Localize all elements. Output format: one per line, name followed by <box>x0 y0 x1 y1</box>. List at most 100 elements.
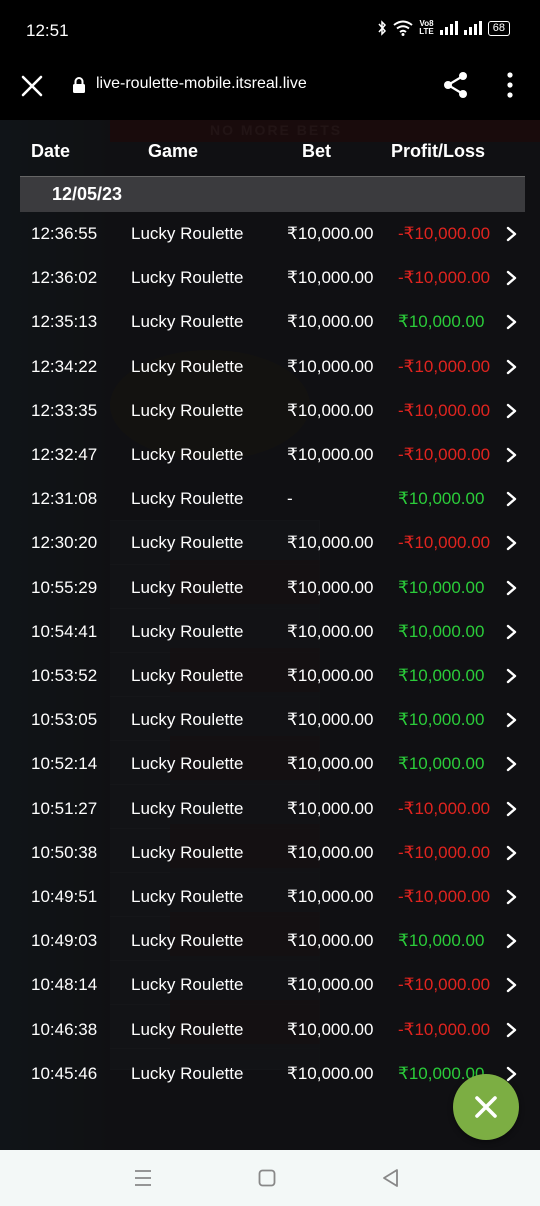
status-icons: Vo8 LTE 68 <box>377 20 510 36</box>
row-game: Lucky Roulette <box>131 710 244 730</box>
row-bet: ₹10,000.00 <box>287 666 374 685</box>
chevron-right-icon[interactable] <box>505 580 519 596</box>
row-time: 10:54:41 <box>31 621 98 641</box>
chevron-right-icon[interactable] <box>505 403 519 419</box>
history-row[interactable]: 10:50:38 Lucky Roulette ₹10,000.00 -₹10,000… <box>0 831 540 875</box>
row-time: 12:31:08 <box>31 489 98 509</box>
chevron-right-icon[interactable] <box>505 668 519 684</box>
history-row[interactable]: 12:31:08 Lucky Roulette - ₹10,000.00 <box>0 477 540 521</box>
history-row[interactable]: 12:30:20 Lucky Roulette ₹10,000.00 -₹10,000… <box>0 521 540 565</box>
chevron-right-icon[interactable] <box>505 491 519 507</box>
history-row[interactable]: 10:51:27 Lucky Roulette ₹10,000.00 -₹10,000… <box>0 787 540 831</box>
chevron-right-icon[interactable] <box>505 889 519 905</box>
close-icon[interactable] <box>18 72 46 100</box>
row-bet: ₹10,000.00 <box>287 224 374 243</box>
row-game: Lucky Roulette <box>131 268 244 288</box>
row-time: 10:49:03 <box>31 931 98 951</box>
row-game: Lucky Roulette <box>131 931 244 951</box>
history-row[interactable]: 10:49:03 Lucky Roulette ₹10,000.00 ₹10,000.… <box>0 919 540 963</box>
history-row[interactable]: 10:54:41 Lucky Roulette ₹10,000.00 ₹10,000.… <box>0 610 540 654</box>
chevron-right-icon[interactable] <box>505 801 519 817</box>
row-game: Lucky Roulette <box>131 224 244 243</box>
row-bet: ₹10,000.00 <box>287 1063 374 1083</box>
status-bar: 12:51 Vo8 LTE 68 <box>0 0 540 60</box>
row-game: Lucky Roulette <box>131 621 244 641</box>
history-row[interactable]: 12:33:35 Lucky Roulette ₹10,000.00 -₹10,000… <box>0 389 540 433</box>
column-header-profit-loss: Profit/Loss <box>391 141 486 161</box>
history-row[interactable]: 12:36:02 Lucky Roulette ₹10,000.00 -₹10,000… <box>0 256 540 300</box>
history-row[interactable]: 12:36:55 Lucky Roulette ₹10,000.00 -₹10,000… <box>0 212 540 256</box>
chevron-right-icon[interactable] <box>505 270 519 286</box>
chevron-right-icon[interactable] <box>505 624 519 640</box>
url-text[interactable]: live-roulette-mobile.itsreal.live <box>96 75 307 93</box>
share-icon[interactable] <box>442 70 470 100</box>
row-time: 12:35:13 <box>31 312 98 332</box>
home-icon[interactable] <box>258 1168 276 1188</box>
column-header-bet: Bet <box>302 141 332 161</box>
row-bet: ₹10,000.00 <box>287 445 374 464</box>
row-game: Lucky Roulette <box>131 842 244 862</box>
row-game: Lucky Roulette <box>131 798 244 818</box>
chevron-right-icon[interactable] <box>505 933 519 949</box>
row-bet: ₹10,000.00 <box>287 312 374 332</box>
back-icon[interactable] <box>382 1168 400 1188</box>
history-row[interactable]: 10:46:38 Lucky Roulette ₹10,000.00 -₹10,000… <box>0 1008 540 1052</box>
chevron-right-icon[interactable] <box>505 535 519 551</box>
date-group-label: 12/05/23 <box>52 184 123 204</box>
row-bet: ₹10,000.00 <box>287 931 374 951</box>
history-row[interactable]: 10:49:51 Lucky Roulette ₹10,000.00 -₹10,000… <box>0 875 540 919</box>
history-row[interactable]: 10:53:52 Lucky Roulette ₹10,000.00 ₹10,000.… <box>0 654 540 698</box>
row-time: 10:52:14 <box>31 754 98 774</box>
history-row[interactable]: 10:53:05 Lucky Roulette ₹10,000.00 ₹10,000.… <box>0 698 540 742</box>
row-game: Lucky Roulette <box>131 533 244 553</box>
row-game: Lucky Roulette <box>131 666 244 685</box>
row-bet: ₹10,000.00 <box>287 1019 374 1039</box>
row-time: 10:53:52 <box>31 666 98 685</box>
recents-icon[interactable] <box>134 1168 152 1188</box>
row-bet: ₹10,000.00 <box>287 268 374 288</box>
status-time: 12:51 <box>26 21 69 40</box>
more-vert-icon[interactable] <box>500 70 520 100</box>
history-row[interactable]: 12:32:47 Lucky Roulette ₹10,000.00 -₹10,000… <box>0 433 540 477</box>
close-history-button[interactable] <box>453 1074 519 1140</box>
chevron-right-icon[interactable] <box>505 845 519 861</box>
row-bet: ₹10,000.00 <box>287 710 374 730</box>
chevron-right-icon[interactable] <box>505 359 519 375</box>
row-time: 12:30:20 <box>31 533 98 553</box>
chevron-right-icon[interactable] <box>505 314 519 330</box>
row-profit-loss: -₹10,000.00 <box>398 798 491 818</box>
chevron-right-icon[interactable] <box>505 447 519 463</box>
row-bet: ₹10,000.00 <box>287 533 374 553</box>
row-game: Lucky Roulette <box>131 445 244 464</box>
chevron-right-icon[interactable] <box>505 226 519 242</box>
row-profit-loss: ₹10,000.00 <box>398 710 485 730</box>
browser-toolbar: live-roulette-mobile.itsreal.live <box>0 60 540 120</box>
chevron-right-icon[interactable] <box>505 1022 519 1038</box>
chevron-right-icon[interactable] <box>505 1066 519 1082</box>
row-bet: ₹10,000.00 <box>287 842 374 862</box>
row-bet: ₹10,000.00 <box>287 621 374 641</box>
bluetooth-icon <box>378 20 387 36</box>
history-row[interactable]: 12:34:22 Lucky Roulette ₹10,000.00 -₹10,000… <box>0 345 540 389</box>
volte-indicator: Vo8 LTE <box>419 20 434 36</box>
row-game: Lucky Roulette <box>131 356 244 376</box>
history-row[interactable]: 12:35:13 Lucky Roulette ₹10,000.00 ₹10,000.… <box>0 300 540 344</box>
row-bet: - <box>287 489 293 509</box>
row-time: 12:36:55 <box>31 224 98 243</box>
row-time: 12:32:47 <box>31 445 98 464</box>
signal-strength-icon <box>439 21 458 35</box>
history-row[interactable]: 10:48:14 Lucky Roulette ₹10,000.00 -₹10,000… <box>0 963 540 1007</box>
chevron-right-icon[interactable] <box>505 977 519 993</box>
row-profit-loss: ₹10,000.00 <box>398 312 485 332</box>
chevron-right-icon[interactable] <box>505 756 519 772</box>
row-time: 10:49:51 <box>31 887 98 906</box>
chevron-right-icon[interactable] <box>505 712 519 728</box>
row-profit-loss: -₹10,000.00 <box>398 400 491 420</box>
row-game: Lucky Roulette <box>131 754 244 774</box>
history-row[interactable]: 10:55:29 Lucky Roulette ₹10,000.00 ₹10,000.… <box>0 566 540 610</box>
history-row[interactable]: 10:52:14 Lucky Roulette ₹10,000.00 ₹10,000.… <box>0 742 540 786</box>
row-profit-loss: -₹10,000.00 <box>398 445 491 464</box>
row-time: 12:33:35 <box>31 400 98 420</box>
row-time: 10:50:38 <box>31 842 98 862</box>
row-bet: ₹10,000.00 <box>287 754 374 774</box>
